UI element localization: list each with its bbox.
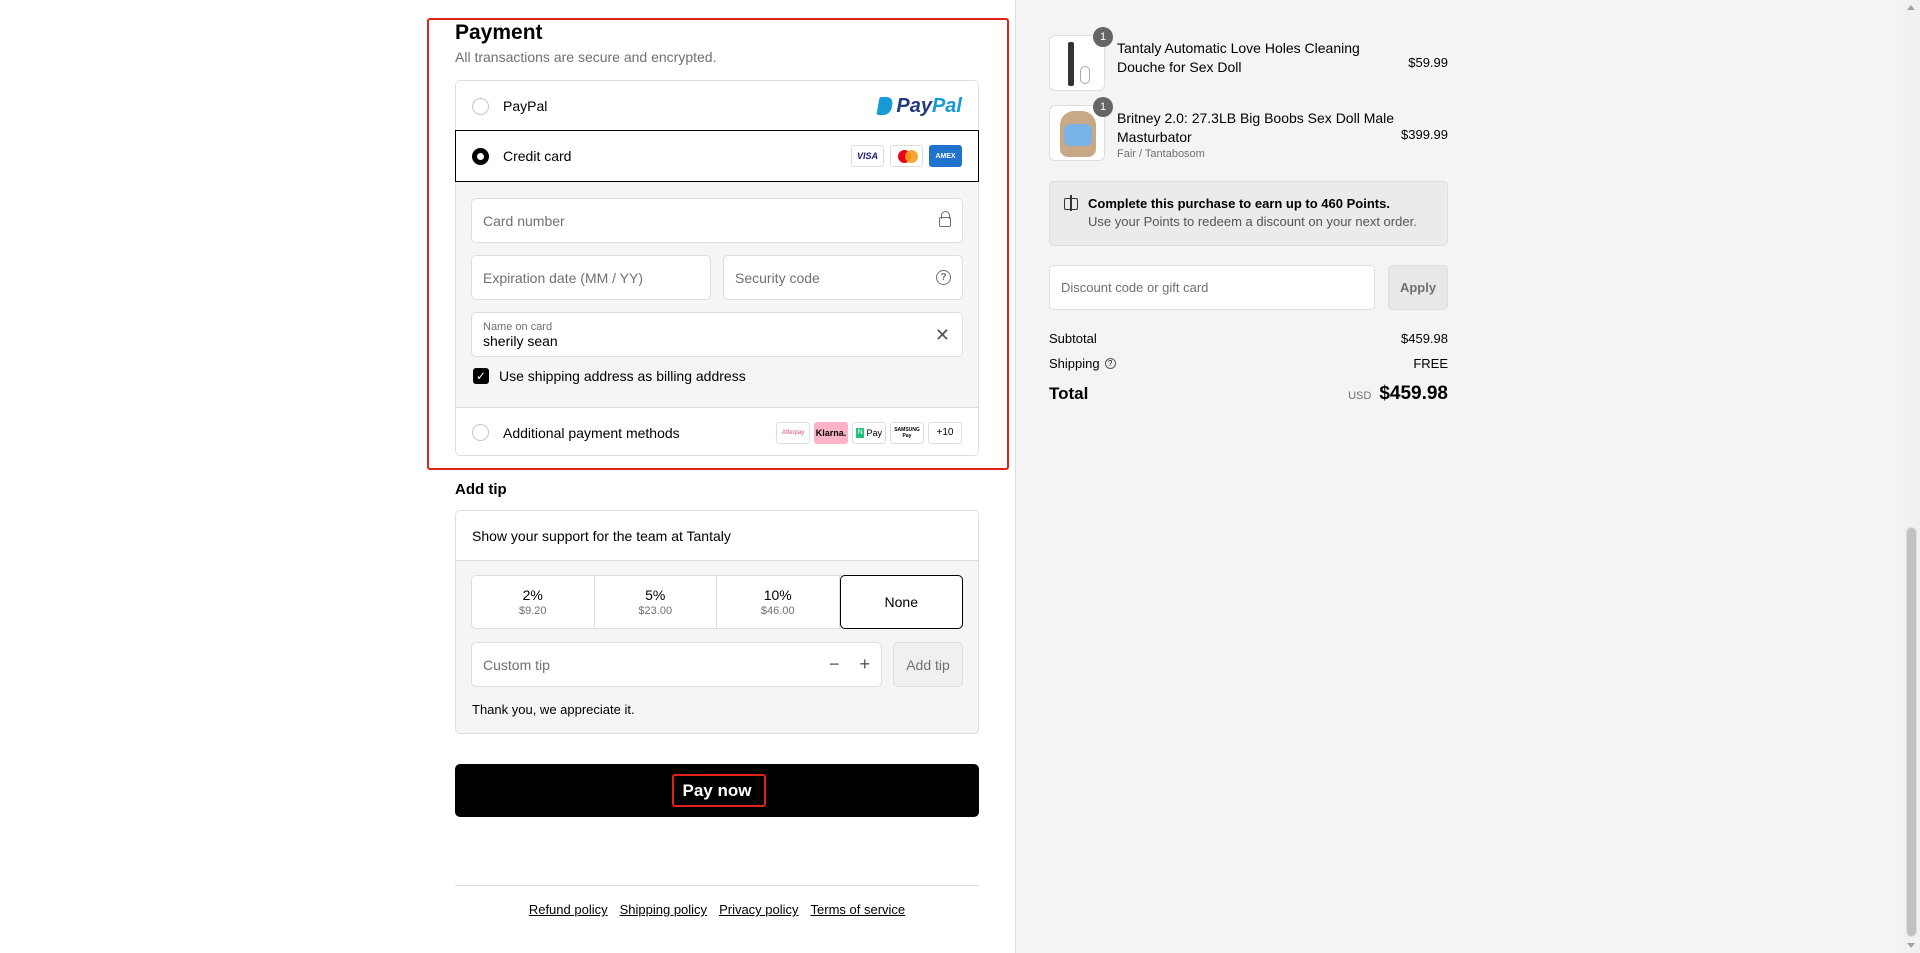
afterpay-icon: Afterpay: [776, 421, 810, 444]
billing-checkbox-label: Use shipping address as billing address: [499, 368, 746, 384]
shipping-policy-link[interactable]: Shipping policy: [620, 902, 707, 917]
payment-option-paypal[interactable]: PayPal Pay Pal: [456, 81, 978, 131]
points-title: Complete this purchase to earn up to 460…: [1088, 196, 1390, 211]
points-subtitle: Use your Points to redeem a discount on …: [1088, 214, 1417, 229]
gift-icon: [1064, 195, 1078, 211]
billing-address-checkbox-row[interactable]: ✓ Use shipping address as billing addres…: [473, 368, 746, 384]
product-variant: Fair / Tantabosom: [1117, 148, 1205, 160]
plus-icon[interactable]: +: [859, 654, 870, 675]
terms-of-service-link[interactable]: Terms of service: [811, 902, 906, 917]
minus-icon[interactable]: −: [829, 654, 840, 675]
subtotal-label: Subtotal: [1049, 331, 1097, 346]
product-thumbnail: 1: [1049, 27, 1113, 91]
expiration-date-input[interactable]: Expiration date (MM / YY): [471, 255, 711, 300]
privacy-policy-link[interactable]: Privacy policy: [719, 902, 798, 917]
scroll-down-icon[interactable]: [1907, 943, 1915, 948]
additional-payment-radio[interactable]: [472, 424, 489, 441]
product-price: $59.99: [1408, 55, 1448, 70]
tip-option-none[interactable]: None: [839, 575, 963, 629]
quantity-badge: 1: [1093, 27, 1113, 47]
shipping-label: Shipping: [1049, 356, 1100, 371]
tip-option-5[interactable]: 5% $23.00: [595, 576, 717, 628]
paypal-logo-icon: Pay Pal: [876, 95, 962, 118]
payment-option-credit-card[interactable]: Credit card VISA AMEX: [455, 130, 979, 182]
additional-payment-label: Additional payment methods: [503, 424, 680, 441]
visa-icon: VISA: [851, 145, 884, 167]
custom-tip-input[interactable]: Custom tip − +: [471, 642, 882, 687]
scrollbar-thumb[interactable]: [1906, 527, 1917, 937]
total-row: Total USD $459.98: [1049, 383, 1448, 405]
lock-icon: [939, 210, 951, 227]
total-value: $459.98: [1379, 383, 1448, 404]
cart-item: 1 Tantaly Automatic Love Holes Cleaning …: [1049, 27, 1448, 91]
product-thumbnail: 1: [1049, 97, 1113, 161]
refund-policy-link[interactable]: Refund policy: [529, 902, 608, 917]
more-methods-badge: +10: [928, 421, 962, 444]
payment-methods: PayPal Pay Pal Credit card VISA AMEX Card…: [455, 80, 979, 456]
add-tip-button[interactable]: Add tip: [893, 642, 963, 687]
tip-options: 2% $9.20 5% $23.00 10% $46.00 None: [471, 575, 963, 629]
tip-support-text: Show your support for the team at Tantal…: [456, 511, 978, 561]
shipping-value: FREE: [1413, 356, 1448, 371]
shipping-row: Shipping ? FREE: [1049, 356, 1448, 371]
clear-icon[interactable]: ✕: [935, 325, 950, 346]
discount-code-input[interactable]: Discount code or gift card: [1049, 265, 1375, 310]
subtotal-value: $459.98: [1401, 331, 1448, 346]
pay-now-label: Pay now: [682, 780, 752, 800]
apply-discount-button[interactable]: Apply: [1388, 265, 1448, 310]
points-banner: Complete this purchase to earn up to 460…: [1049, 181, 1448, 246]
total-label: Total: [1049, 384, 1089, 403]
credit-card-radio[interactable]: [472, 147, 489, 165]
product-name: Britney 2.0: 27.3LB Big Boobs Sex Doll M…: [1117, 110, 1395, 145]
tip-option-2[interactable]: 2% $9.20: [472, 576, 595, 628]
tip-section: Show your support for the team at Tantal…: [455, 510, 979, 734]
card-number-input[interactable]: Card number: [471, 198, 963, 243]
paypal-label: PayPal: [503, 98, 548, 114]
footer-divider: [455, 885, 979, 886]
quantity-badge: 1: [1093, 97, 1113, 117]
pay-now-button[interactable]: Pay now: [455, 764, 979, 817]
paypal-radio[interactable]: [472, 97, 489, 115]
tip-thanks-text: Thank you, we appreciate it.: [472, 702, 635, 717]
page-scrollbar[interactable]: [1903, 0, 1920, 953]
product-name: Tantaly Automatic Love Holes Cleaning Do…: [1117, 40, 1360, 75]
billing-checkbox[interactable]: ✓: [473, 368, 489, 384]
payment-title: Payment: [455, 21, 543, 44]
name-on-card-input[interactable]: Name on card sherily sean ✕: [471, 312, 963, 357]
shipping-info-icon[interactable]: ?: [1104, 358, 1116, 369]
subtotal-row: Subtotal $459.98: [1049, 331, 1448, 346]
security-code-input[interactable]: Security code ?: [723, 255, 963, 300]
credit-card-form: Card number Expiration date (MM / YY) Se…: [456, 182, 978, 407]
payment-option-additional[interactable]: Additional payment methods Afterpay Klar…: [456, 407, 978, 457]
product-price: $399.99: [1401, 127, 1448, 142]
credit-card-label: Credit card: [503, 148, 572, 164]
klarna-icon: Klarna.: [814, 421, 848, 444]
card-logos: VISA AMEX: [851, 145, 962, 167]
footer-links: Refund policy Shipping policy Privacy po…: [455, 902, 979, 917]
cart-item: 1 Britney 2.0: 27.3LB Big Boobs Sex Doll…: [1049, 97, 1448, 161]
additional-payment-logos: Afterpay Klarna. N Pay SAMSUNG Pay +10: [776, 421, 962, 444]
payment-subtitle: All transactions are secure and encrypte…: [455, 49, 717, 65]
currency-code: USD: [1348, 390, 1372, 402]
scroll-up-icon[interactable]: [1907, 5, 1915, 10]
name-on-card-value: sherily sean: [483, 332, 558, 349]
amex-icon: AMEX: [929, 145, 962, 167]
samsung-pay-icon: SAMSUNG Pay: [890, 421, 924, 444]
mastercard-icon: [890, 145, 923, 167]
tip-title: Add tip: [455, 481, 507, 498]
help-icon[interactable]: ?: [936, 270, 951, 285]
pay-icon: N Pay: [852, 421, 886, 444]
name-on-card-label: Name on card: [483, 320, 553, 333]
tip-option-10[interactable]: 10% $46.00: [717, 576, 840, 628]
